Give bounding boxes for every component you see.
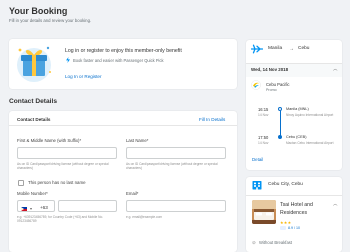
arrival-dot [278, 135, 282, 139]
hotel-name: Tsai Hotel and Residences [280, 202, 313, 216]
fill-in-details-link[interactable]: Fill In Details [199, 117, 225, 122]
route-arrow-icon: → [289, 45, 294, 52]
philippines-flag-icon [21, 207, 27, 211]
page-title: Your Booking [9, 6, 68, 16]
departure-city: Manila (MNL) [286, 107, 309, 111]
breakfast-info: Without Breakfast [259, 240, 293, 245]
mobile-number-hint: e.g. +639123456789, for Country Code (+6… [17, 215, 104, 223]
hotel-city: Cebu City, Cebu [268, 182, 303, 187]
chevron-up-icon[interactable]: ︿ [333, 66, 338, 72]
no-breakfast-icon: ⊘ [252, 240, 256, 245]
gift-box-icon [17, 46, 51, 82]
page-subtitle: Fill in your details and review your boo… [9, 18, 92, 23]
email-hint: e.g. email@example.com [126, 215, 163, 219]
flight-origin: Manila [268, 46, 283, 51]
email-label: Email* [126, 191, 139, 196]
star-rating: ★★★ [280, 220, 292, 225]
caret-down-icon: ▾ [30, 206, 33, 211]
last-name-field[interactable] [126, 147, 226, 159]
airline-name: Cebu Pacific [266, 82, 290, 87]
timeline-line [279, 111, 281, 136]
email-field[interactable] [126, 200, 226, 212]
login-title: Log in or register to enjoy this member-… [65, 48, 182, 54]
login-register-link[interactable]: Log In or Register [65, 74, 102, 79]
arrival-time: 17:50 [258, 135, 269, 140]
flight-summary-card [246, 40, 342, 170]
hotel-icon [252, 181, 262, 190]
first-name-label: First & Middle Name (with Suffix)* [17, 138, 82, 143]
flight-date: Wed, 14 Nov 2018 [251, 67, 289, 72]
cebu-pacific-logo [251, 80, 261, 90]
country-code-value: +63 [40, 205, 48, 210]
flight-destination: Cebu [298, 46, 310, 51]
hotel-photo [252, 200, 276, 224]
departure-airport: Ninoy Aquino International Airport [286, 113, 334, 117]
no-last-name-label: This person has no last name [28, 180, 86, 185]
departure-time: 16:15 [258, 107, 269, 112]
no-last-name-checkbox[interactable] [18, 180, 24, 186]
login-benefit-text: Book faster and easier with Passenger Qu… [73, 58, 164, 63]
mobile-number-label: Mobile Number* [17, 191, 48, 196]
flight-detail-link[interactable]: Detail [252, 157, 263, 162]
divider [246, 195, 342, 196]
mobile-number-field[interactable] [58, 200, 117, 212]
contact-section-title: Contact Details [9, 98, 57, 105]
guest-rating: 8.9 / 10 [288, 226, 300, 230]
arrival-date: 14 Nov [258, 141, 269, 145]
plane-icon [251, 44, 263, 54]
first-name-field[interactable] [17, 147, 117, 159]
contact-card-title: Contact Details [17, 117, 51, 122]
departure-date: 14 Nov [258, 113, 269, 117]
rating-badge-icon [280, 226, 286, 230]
lightning-icon [66, 57, 70, 63]
cabin-class: Promo [266, 88, 277, 92]
chevron-up-icon[interactable]: ︿ [333, 201, 338, 207]
arrival-city: Cebu (CEB) [286, 135, 307, 139]
first-name-hint: As on ID Card/passport/driving license (… [17, 162, 109, 170]
arrival-airport: Mactan Cebu International Airport [286, 141, 334, 145]
last-name-hint: As on ID Card/passport/driving license (… [126, 162, 218, 170]
last-name-label: Last Name* [126, 138, 149, 143]
